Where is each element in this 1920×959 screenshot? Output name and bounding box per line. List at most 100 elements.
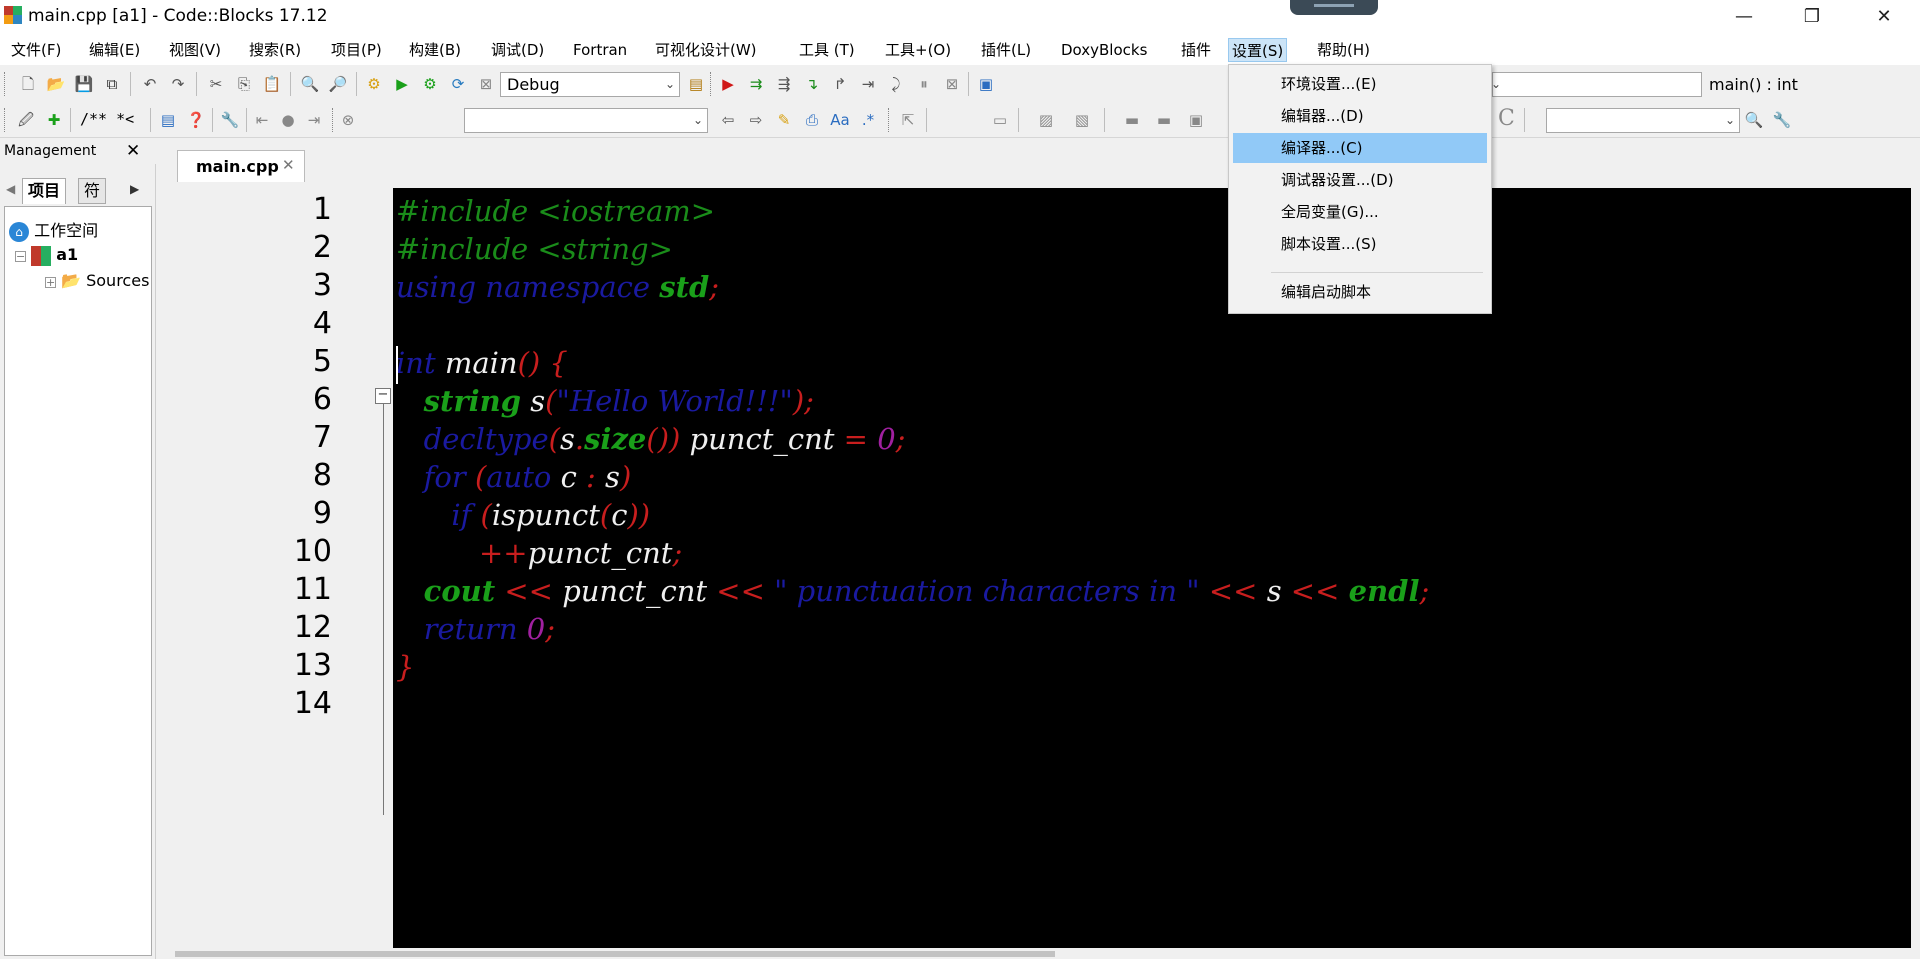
- step-out-icon[interactable]: ↱: [830, 74, 850, 94]
- menu-help[interactable]: 帮助(H): [1314, 38, 1373, 62]
- bitmap-icon[interactable]: ▧: [1072, 110, 1092, 130]
- chm-help-icon[interactable]: ❓: [186, 110, 206, 130]
- tree-sources[interactable]: + 📂 Sources: [45, 271, 149, 290]
- undo-icon[interactable]: ↶: [140, 74, 160, 94]
- next-line-icon[interactable]: ⇶: [774, 74, 794, 94]
- menu-build[interactable]: 构建(B): [406, 38, 464, 62]
- toolbar-grip[interactable]: [332, 108, 335, 132]
- toolbar-grip[interactable]: [4, 108, 7, 132]
- redo-icon[interactable]: ↷: [168, 74, 188, 94]
- tab-projects[interactable]: 项目: [22, 178, 67, 204]
- extract-docs-icon[interactable]: ✚: [44, 110, 64, 130]
- menu-item-debugger[interactable]: 调试器设置...(D): [1233, 165, 1487, 195]
- collapse-icon[interactable]: −: [15, 251, 26, 262]
- pointer-icon[interactable]: ⇱: [898, 110, 918, 130]
- tree-workspace[interactable]: ⌂ 工作空间: [9, 217, 98, 242]
- toolbar-grip[interactable]: [888, 108, 891, 132]
- tab-main-cpp[interactable]: main.cpp ✕: [177, 150, 305, 182]
- find-go-icon[interactable]: 🔍: [1744, 110, 1764, 130]
- menu-plugins-2[interactable]: 插件: [1178, 38, 1214, 62]
- frame-icon[interactable]: ▭: [990, 110, 1010, 130]
- rebuild-icon[interactable]: ⟳: [448, 74, 468, 94]
- tab-symbols[interactable]: 符: [78, 178, 107, 204]
- tab-scroll-left-icon[interactable]: ◀: [6, 182, 15, 196]
- copy-icon[interactable]: ⎘: [234, 74, 254, 94]
- horizontal-scrollbar[interactable]: [167, 948, 1911, 959]
- run-icon[interactable]: ▶: [392, 74, 412, 94]
- widget-b-icon[interactable]: ▬: [1154, 110, 1174, 130]
- menu-edit[interactable]: 编辑(E): [86, 38, 143, 62]
- step-instruction-icon[interactable]: ⤸: [886, 74, 906, 94]
- forward-arrow-icon[interactable]: ⇨: [746, 110, 766, 130]
- jump-back-icon[interactable]: ⇤: [252, 110, 272, 130]
- menu-item-edit-startup-script[interactable]: 编辑启动脚本: [1233, 277, 1487, 307]
- debug-windows-icon[interactable]: ▣: [976, 74, 996, 94]
- pause-icon[interactable]: ⏸: [914, 74, 934, 94]
- menu-fortran[interactable]: Fortran: [570, 38, 630, 62]
- comment-block-label[interactable]: /** *<: [80, 110, 134, 128]
- build-gear-icon[interactable]: ⚙: [364, 74, 384, 94]
- menu-doxyblocks[interactable]: DoxyBlocks: [1058, 38, 1150, 62]
- toolbar-grip[interactable]: [710, 72, 713, 96]
- menu-visual-design[interactable]: 可视化设计(W): [652, 38, 760, 62]
- cut-icon[interactable]: ✂: [206, 74, 226, 94]
- close-icon[interactable]: ✕: [126, 141, 140, 161]
- step-into-icon[interactable]: ↴: [802, 74, 822, 94]
- html-docs-icon[interactable]: ▤: [158, 110, 178, 130]
- menu-tools[interactable]: 工具 (T): [796, 38, 858, 62]
- menu-project[interactable]: 项目(P): [328, 38, 385, 62]
- doxy-config-icon[interactable]: 🔧: [220, 110, 240, 130]
- menu-debug[interactable]: 调试(D): [488, 38, 547, 62]
- find-icon[interactable]: 🔍: [300, 74, 320, 94]
- menu-item-environment[interactable]: 环境设置...(E): [1233, 69, 1487, 99]
- code-search-input[interactable]: ⌄: [464, 108, 708, 133]
- scrollbar-thumb[interactable]: [175, 951, 1055, 957]
- tab-scroll-right-icon[interactable]: ▶: [130, 182, 139, 196]
- next-instruction-icon[interactable]: ⇥: [858, 74, 878, 94]
- widget-a-icon[interactable]: ▬: [1122, 110, 1142, 130]
- paste-icon[interactable]: 📋: [262, 74, 282, 94]
- find-combo[interactable]: ⌄: [1546, 108, 1740, 133]
- menu-item-scripting[interactable]: 脚本设置...(S): [1233, 229, 1487, 259]
- expand-icon[interactable]: +: [45, 277, 56, 288]
- regex-icon[interactable]: .*: [858, 110, 878, 130]
- widget-c-icon[interactable]: ▣: [1186, 110, 1206, 130]
- doxywizard-icon[interactable]: 🖉: [16, 110, 36, 130]
- bookmark-dot-icon[interactable]: ●: [278, 110, 298, 130]
- menu-view[interactable]: 视图(V): [166, 38, 224, 62]
- build-target-select[interactable]: Debug ⌄: [500, 72, 680, 97]
- minimize-button[interactable]: —: [1716, 0, 1772, 34]
- toolbar-grip[interactable]: [4, 72, 7, 96]
- stop-debug-icon[interactable]: ⊠: [942, 74, 962, 94]
- menu-search[interactable]: 搜索(R): [246, 38, 304, 62]
- menu-plugins[interactable]: 插件(L): [978, 38, 1034, 62]
- open-folder-icon[interactable]: 📂: [46, 74, 66, 94]
- close-button[interactable]: ✕: [1856, 0, 1912, 34]
- wrench-icon[interactable]: 🔧: [1772, 110, 1792, 130]
- symbol-select[interactable]: ⌄ main() : int: [1491, 72, 1798, 97]
- menu-file[interactable]: 文件(F): [8, 38, 64, 62]
- back-arrow-icon[interactable]: ⇦: [718, 110, 738, 130]
- menu-item-compiler[interactable]: 编译器...(C): [1233, 133, 1487, 163]
- abort-icon[interactable]: ⊠: [476, 74, 496, 94]
- code-editor[interactable]: #include <iostream> #include <string> us…: [393, 188, 1911, 959]
- run-to-cursor-icon[interactable]: ⇉: [746, 74, 766, 94]
- menu-tools-plus[interactable]: 工具+(O): [882, 38, 954, 62]
- jump-forward-icon[interactable]: ⇥: [304, 110, 324, 130]
- search-options-icon[interactable]: ⊗: [338, 110, 358, 130]
- menu-item-editor[interactable]: 编辑器...(D): [1233, 101, 1487, 131]
- save-icon[interactable]: 💾: [74, 74, 94, 94]
- fold-collapse-icon[interactable]: −: [375, 388, 391, 404]
- selected-text-icon[interactable]: ⎙: [802, 110, 822, 130]
- restore-button[interactable]: ❐: [1784, 0, 1840, 34]
- save-all-icon[interactable]: ⧉: [102, 74, 122, 94]
- match-case-icon[interactable]: Aa: [830, 110, 850, 130]
- build-and-run-icon[interactable]: ⚙: [420, 74, 440, 94]
- tree-project-a1[interactable]: − a1: [15, 245, 78, 266]
- debug-start-icon[interactable]: ▶: [718, 74, 738, 94]
- image-icon[interactable]: ▨: [1036, 110, 1056, 130]
- menu-item-global-variables[interactable]: 全局变量(G)...: [1233, 197, 1487, 227]
- highlight-icon[interactable]: ✎: [774, 110, 794, 130]
- target-options-icon[interactable]: ▤: [686, 74, 706, 94]
- new-file-icon[interactable]: 🗋: [18, 74, 38, 94]
